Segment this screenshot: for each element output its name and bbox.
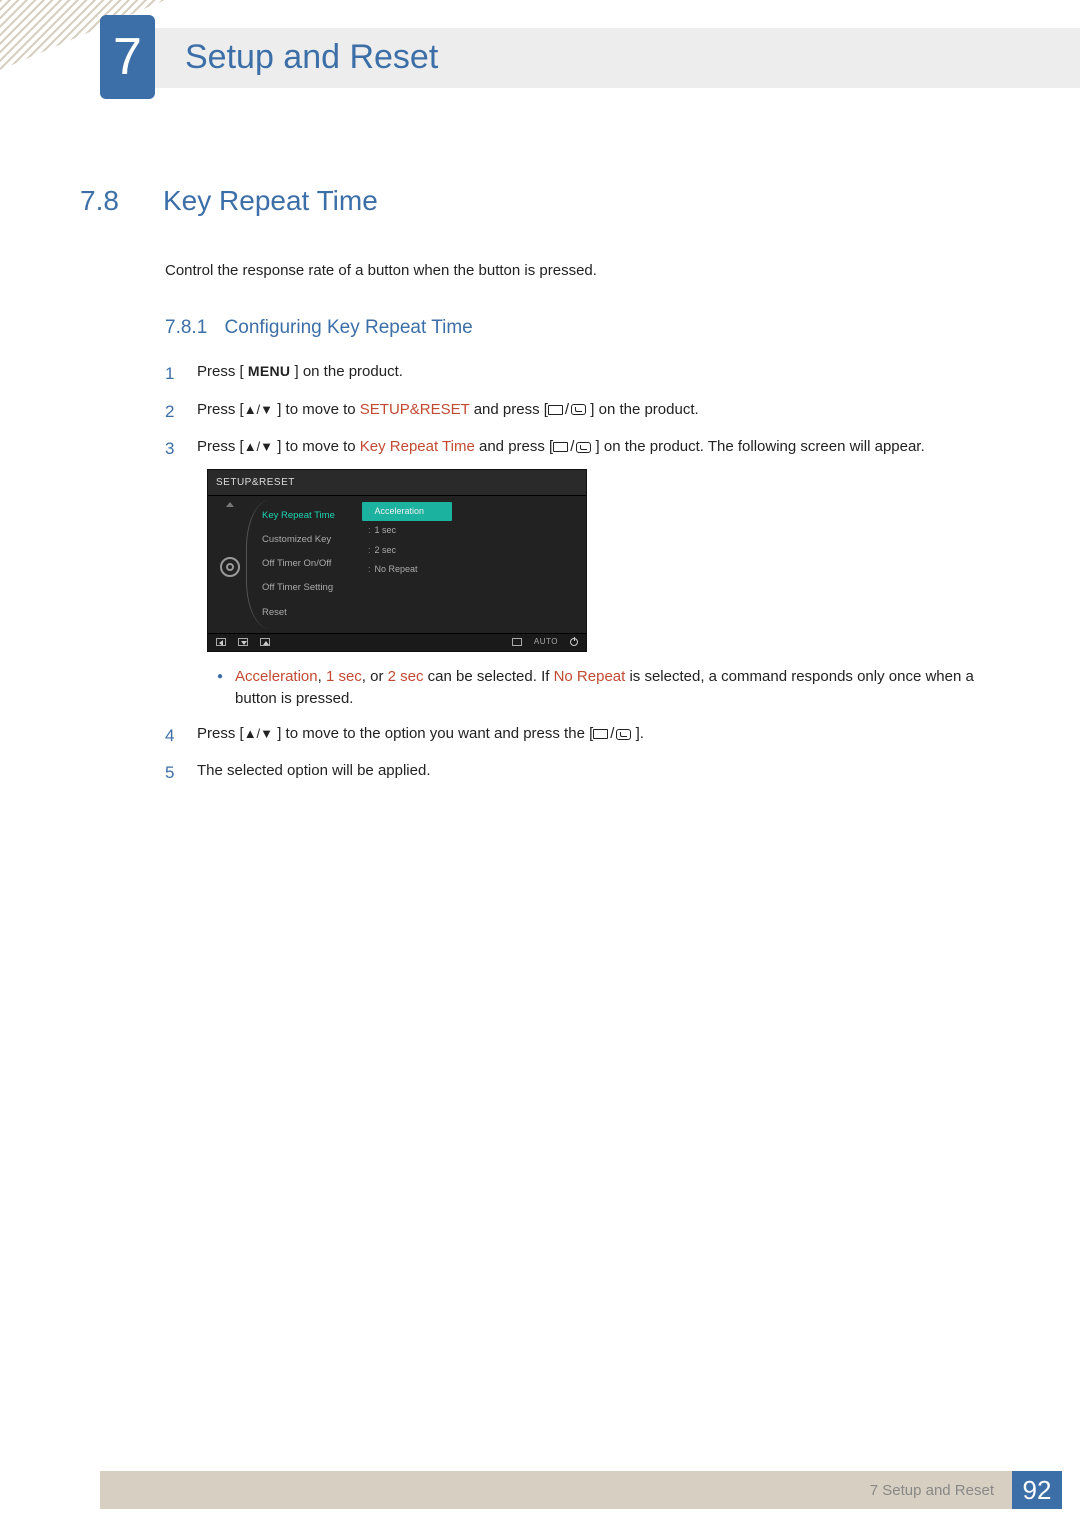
chapter-number: 7 bbox=[113, 27, 142, 87]
enter-icon bbox=[576, 442, 591, 453]
section-number: 7.8 bbox=[80, 185, 135, 217]
subsection-heading: 7.8.1 Configuring Key Repeat Time bbox=[165, 317, 1010, 339]
up-down-arrows-icon: ▲/▼ bbox=[244, 439, 273, 454]
osd-footer-right: AUTO bbox=[512, 636, 578, 648]
osd-left-rail bbox=[208, 496, 252, 633]
menu-keyword: MENU bbox=[244, 363, 295, 379]
highlight-target: Key Repeat Time bbox=[360, 438, 475, 455]
section-heading: 7.8 Key Repeat Time bbox=[80, 185, 1010, 217]
enter-icon bbox=[571, 404, 586, 415]
up-down-arrows-icon: ▲/▼ bbox=[244, 726, 273, 741]
step-text: Press [▲/▼ ] to move to the option you w… bbox=[197, 723, 1010, 749]
step-number: 5 bbox=[165, 760, 179, 786]
up-arrow-icon bbox=[226, 502, 234, 507]
osd-option: 1 sec bbox=[362, 521, 452, 541]
note-bullet: ● Acceleration, 1 sec, or 2 sec can be s… bbox=[217, 666, 1010, 711]
osd-body: Key Repeat Time Customized Key Off Timer… bbox=[208, 496, 586, 633]
page-content: 7.8 Key Repeat Time Control the response… bbox=[80, 185, 1010, 798]
source-enter-icon: / bbox=[548, 399, 586, 422]
step-number: 4 bbox=[165, 723, 179, 749]
subsection-title: Configuring Key Repeat Time bbox=[225, 317, 473, 338]
osd-down-icon bbox=[238, 638, 248, 646]
up-down-arrows-icon: ▲/▼ bbox=[244, 402, 273, 417]
osd-menu-item: Customized Key bbox=[262, 528, 362, 552]
osd-enter-icon bbox=[512, 638, 522, 646]
bullet-icon: ● bbox=[217, 666, 223, 711]
osd-screenshot: SETUP&RESET Key Repeat Time Customized K… bbox=[207, 469, 1010, 652]
enter-icon bbox=[616, 729, 631, 740]
osd-footer-left bbox=[216, 638, 270, 646]
footer-chapter-label: 7 Setup and Reset bbox=[870, 1482, 994, 1499]
osd-up-icon bbox=[260, 638, 270, 646]
footer-page-number: 92 bbox=[1012, 1471, 1062, 1509]
chapter-title: Setup and Reset bbox=[185, 38, 438, 77]
osd-title: SETUP&RESET bbox=[208, 470, 586, 496]
osd-menu-item: Key Repeat Time bbox=[262, 504, 362, 528]
osd-menu-item: Reset bbox=[262, 601, 362, 625]
step-number: 2 bbox=[165, 399, 179, 425]
chapter-number-badge: 7 bbox=[100, 15, 155, 99]
step-item: 4 Press [▲/▼ ] to move to the option you… bbox=[165, 723, 1010, 749]
osd-menu-item: Off Timer Setting bbox=[262, 576, 362, 600]
page-footer: 7 Setup and Reset 92 bbox=[100, 1471, 1062, 1509]
osd-footer: AUTO bbox=[208, 633, 586, 651]
osd-option-selected: Acceleration bbox=[362, 502, 452, 522]
osd-menu-item: Off Timer On/Off bbox=[262, 552, 362, 576]
step-text: The selected option will be applied. bbox=[197, 760, 1010, 786]
osd-arc-decoration bbox=[246, 500, 270, 629]
step-item: 5 The selected option will be applied. bbox=[165, 760, 1010, 786]
step-item: 1 Press [ MENU ] on the product. bbox=[165, 361, 1010, 387]
source-enter-icon: / bbox=[553, 436, 591, 459]
rect-icon bbox=[553, 442, 568, 452]
osd-option: No Repeat bbox=[362, 560, 452, 580]
osd-back-icon bbox=[216, 638, 226, 646]
step-number: 3 bbox=[165, 436, 179, 711]
osd-panel: SETUP&RESET Key Repeat Time Customized K… bbox=[207, 469, 587, 652]
step-number: 1 bbox=[165, 361, 179, 387]
step-text: Press [▲/▼ ] to move to SETUP&RESET and … bbox=[197, 399, 1010, 425]
rect-icon bbox=[548, 405, 563, 415]
steps-list: 1 Press [ MENU ] on the product. 2 Press… bbox=[165, 361, 1010, 786]
step-text: Press [ MENU ] on the product. bbox=[197, 361, 1010, 387]
osd-options-list: Acceleration 1 sec 2 sec No Repeat bbox=[362, 496, 452, 633]
note-text: Acceleration, 1 sec, or 2 sec can be sel… bbox=[235, 666, 1010, 711]
osd-auto-label: AUTO bbox=[534, 636, 558, 648]
source-enter-icon: / bbox=[593, 723, 631, 746]
osd-option: 2 sec bbox=[362, 541, 452, 561]
power-icon bbox=[570, 638, 578, 646]
section-title: Key Repeat Time bbox=[163, 185, 378, 217]
step-item: 3 Press [▲/▼ ] to move to Key Repeat Tim… bbox=[165, 436, 1010, 711]
rect-icon bbox=[593, 729, 608, 739]
subsection-number: 7.8.1 bbox=[165, 317, 207, 338]
highlight-target: SETUP&RESET bbox=[360, 401, 470, 418]
section-intro: Control the response rate of a button wh… bbox=[165, 262, 1010, 279]
step-item: 2 Press [▲/▼ ] to move to SETUP&RESET an… bbox=[165, 399, 1010, 425]
gear-icon bbox=[220, 557, 240, 577]
step-text: Press [▲/▼ ] to move to Key Repeat Time … bbox=[197, 436, 1010, 711]
